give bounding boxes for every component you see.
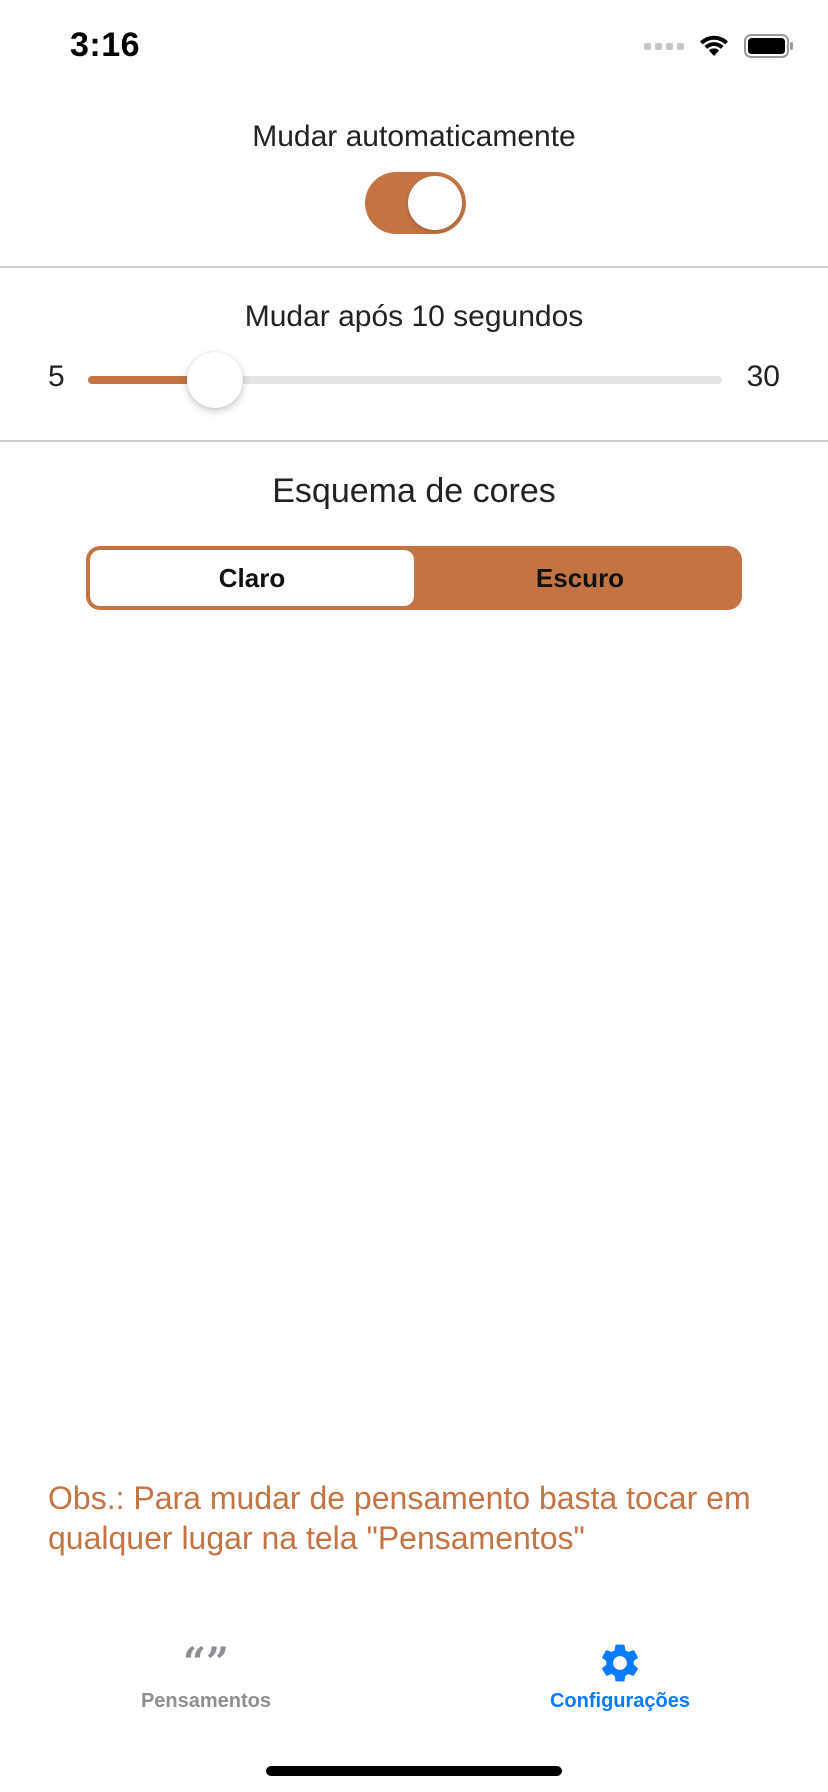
color-scheme-segmented-control: Claro Escuro	[86, 546, 742, 610]
tab-configuracoes[interactable]: Configurações	[490, 1640, 750, 1713]
status-icons	[644, 34, 794, 58]
toggle-knob	[408, 176, 462, 230]
interval-label: Mudar após 10 segundos	[244, 300, 584, 333]
cellular-signal-icon	[644, 42, 684, 50]
status-bar: 3:16	[0, 0, 828, 96]
quote-icon: “”	[182, 1639, 229, 1686]
wifi-icon	[700, 35, 728, 56]
slider-thumb[interactable]	[186, 352, 243, 408]
interval-slider[interactable]	[88, 352, 722, 408]
segment-escuro[interactable]: Escuro	[418, 546, 742, 610]
tab-pensamentos[interactable]: “” Pensamentos	[76, 1640, 336, 1713]
gear-icon	[490, 1640, 750, 1686]
note-text: Obs.: Para mudar de pensamento basta toc…	[48, 1480, 751, 1556]
auto-switch-toggle[interactable]	[365, 172, 466, 234]
interval-section: Mudar após 10 segundos 5 30	[0, 268, 828, 438]
auto-switch-section: Mudar automaticamente	[0, 96, 828, 266]
segment-claro[interactable]: Claro	[90, 550, 414, 606]
tab-bar: “” Pensamentos Configurações	[0, 1622, 828, 1722]
slider-max-label: 30	[746, 360, 780, 393]
tab-label: Pensamentos	[140, 1690, 272, 1712]
auto-switch-label: Mudar automaticamente	[252, 120, 576, 153]
slider-min-label: 5	[48, 360, 65, 393]
color-scheme-section: Esquema de cores Claro Escuro	[0, 442, 828, 642]
tab-label: Configurações	[549, 1690, 691, 1712]
battery-icon	[744, 34, 793, 58]
color-scheme-label: Esquema de cores	[272, 472, 556, 510]
status-time: 3:16	[70, 26, 141, 64]
home-indicator	[266, 1766, 562, 1776]
